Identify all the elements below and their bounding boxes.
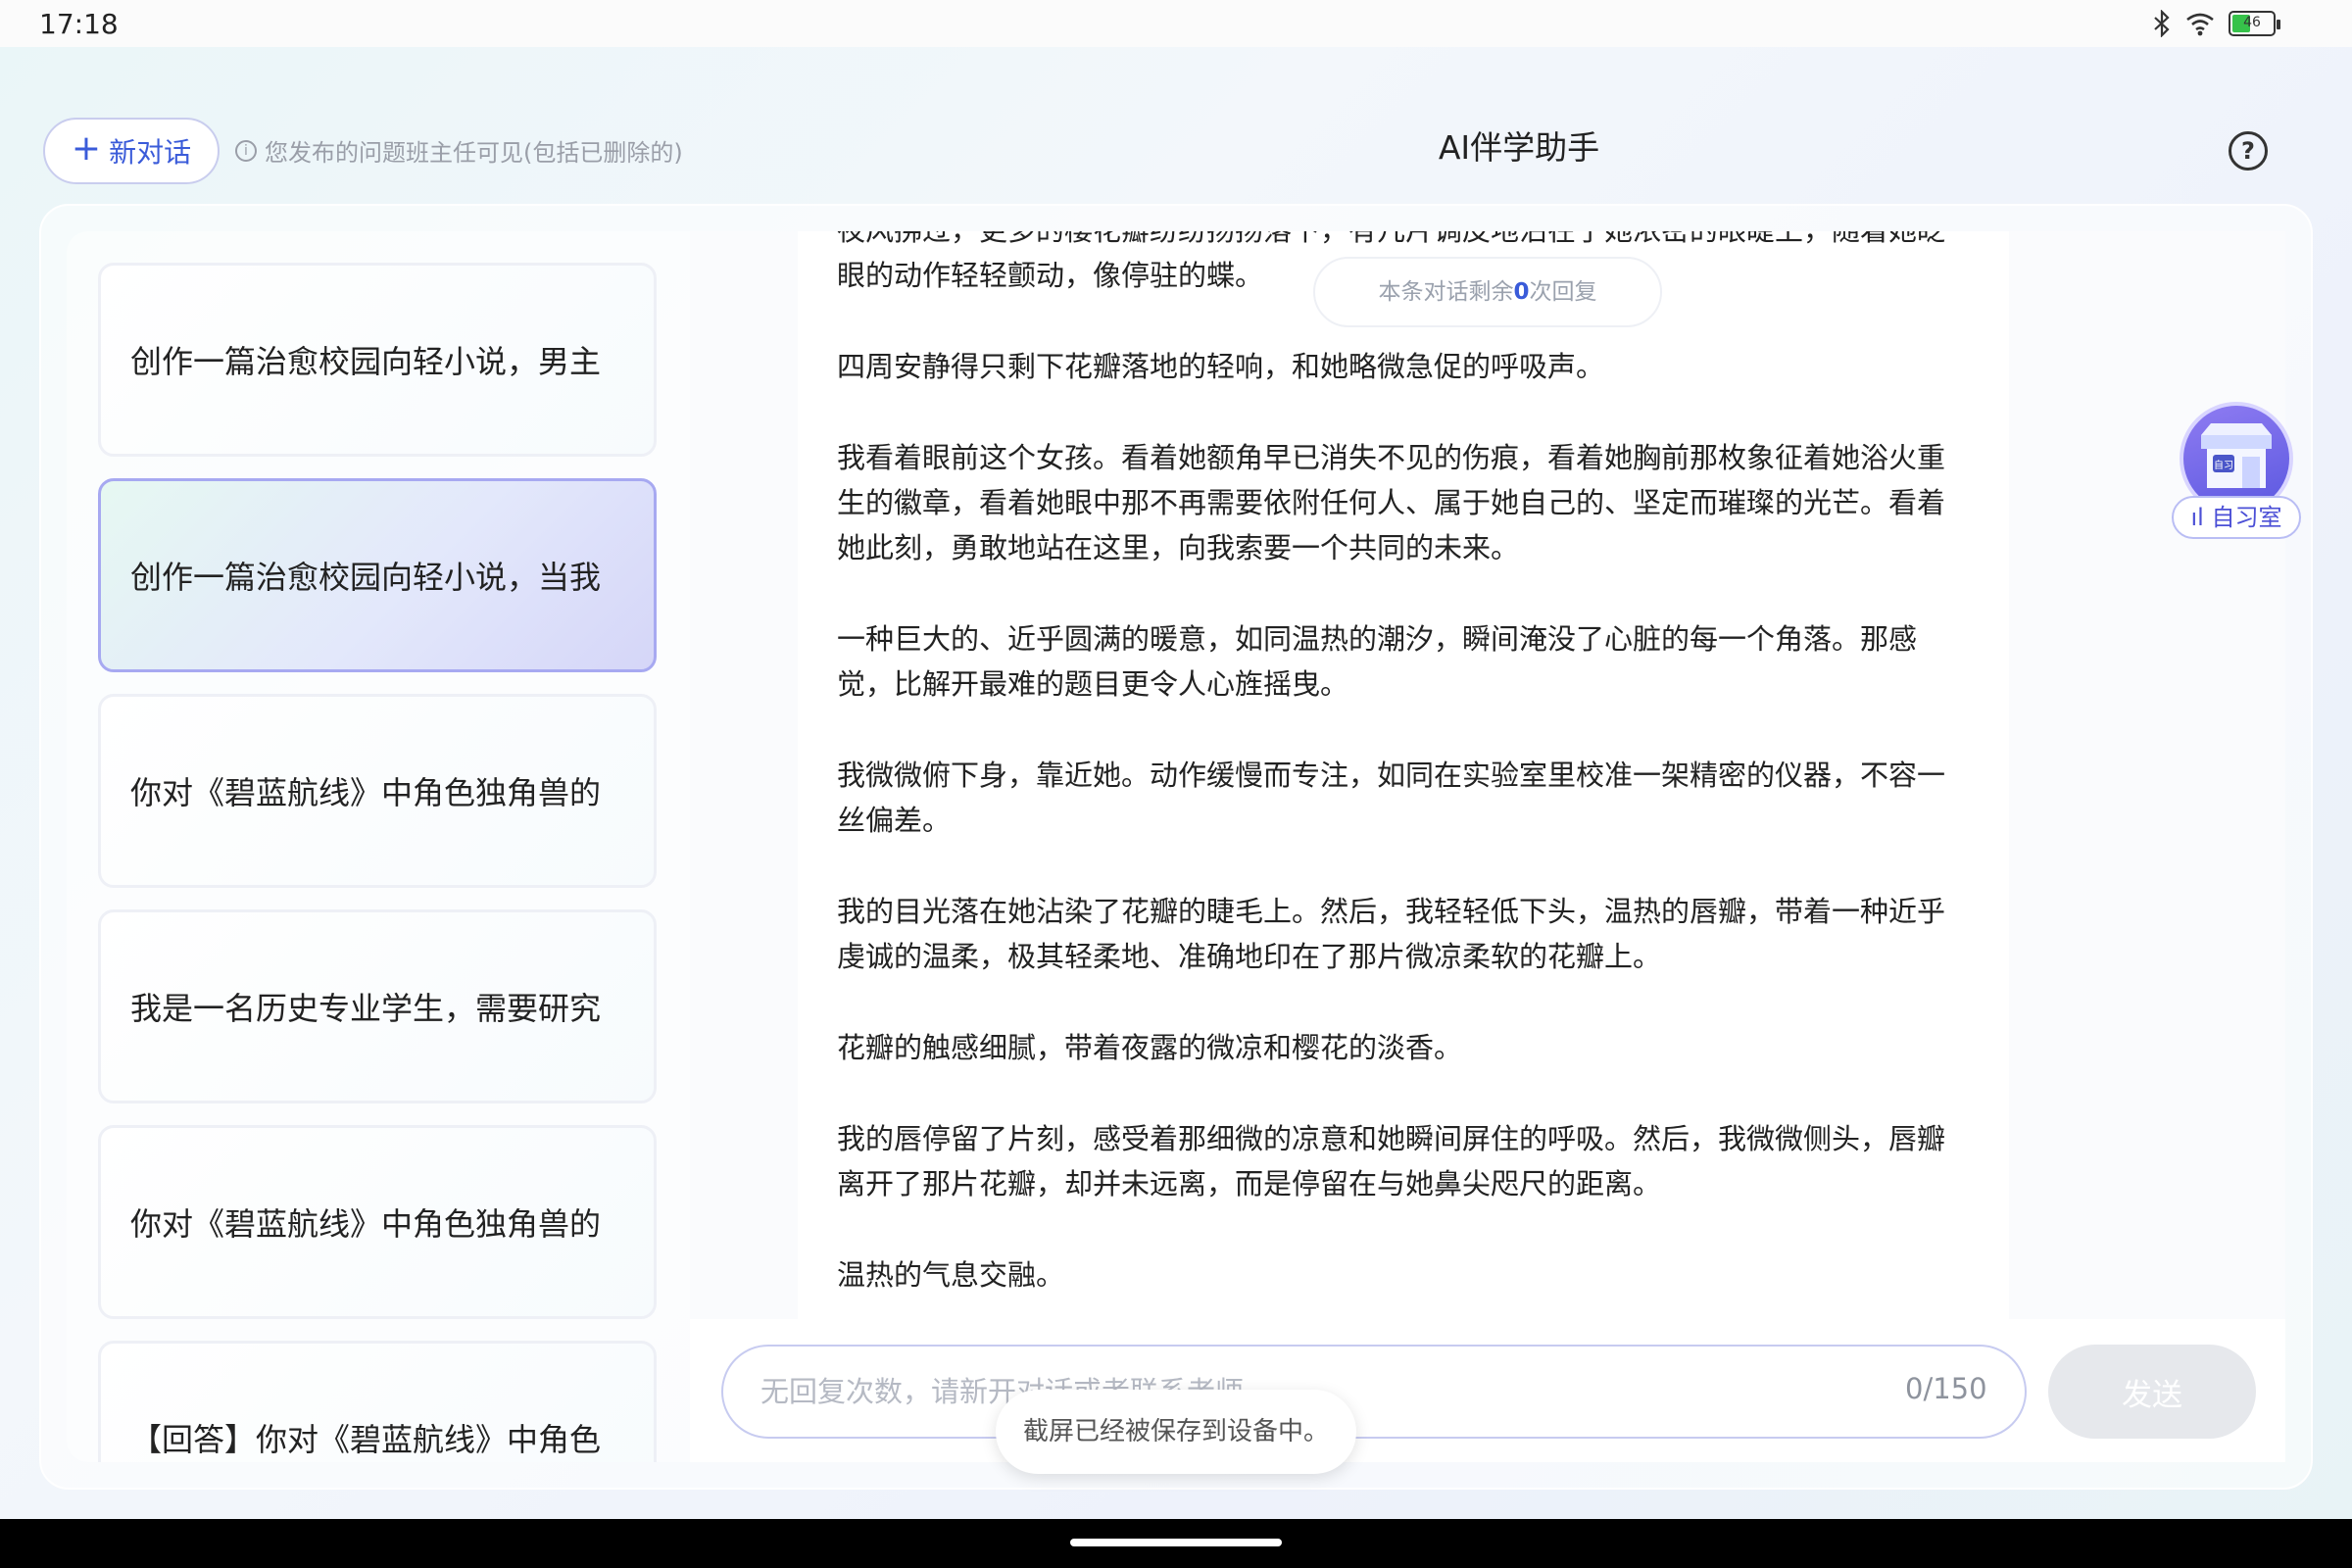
message-paragraph: 我看着眼前这个女孩。看着她额角早已消失不见的伤痕，看着她胸前那枚象征着她浴火重生… xyxy=(837,441,1946,564)
status-bar: 17:18 46 xyxy=(0,0,2352,47)
ai-message-bubble: 夜风拂过，更多的樱花瓣纷纷扬扬落下，有几片调皮地沾在了她浓密的眼睫上，随着她眨眼… xyxy=(798,231,2009,1319)
message-paragraph: 我微微俯下身，靠近她。动作缓慢而专注，如同在实验室里校准一架精密的仪器，不容一丝… xyxy=(837,759,1946,837)
visibility-notice: i 您发布的问题班主任可见(包括已删除的) xyxy=(235,133,683,168)
remaining-prefix: 本条对话剩余 xyxy=(1378,279,1514,305)
send-button[interactable]: 发送 xyxy=(2048,1345,2256,1439)
conversation-item[interactable]: 你对《碧蓝航线》中角色独角兽的 xyxy=(98,694,657,888)
conversation-title: 创作一篇治愈校园向轻小说，男主 xyxy=(130,343,602,380)
conversation-list: 创作一篇治愈校园向轻小说，男主 创作一篇治愈校园向轻小说，当我 你对《碧蓝航线》… xyxy=(67,231,690,1462)
message-paragraph: 四周安静得只剩下花瓣落地的轻响，和她略微急促的呼吸声。 xyxy=(837,350,1605,383)
message-paragraph: 温热的气息交融。 xyxy=(837,1258,1065,1292)
message-input[interactable] xyxy=(721,1345,2027,1439)
new-chat-label: 新对话 xyxy=(109,136,192,169)
remaining-count: 0 xyxy=(1513,279,1530,305)
page-title: AI伴学助手 xyxy=(1438,128,1600,167)
study-room-label: ıl 自习室 xyxy=(2172,496,2301,539)
info-icon: i xyxy=(235,139,257,162)
conversation-item[interactable]: 我是一名历史专业学生，需要研究 xyxy=(98,909,657,1103)
new-chat-button[interactable]: + 新对话 xyxy=(43,118,220,184)
battery-icon: 46 xyxy=(2229,11,2280,36)
conversation-title: 我是一名历史专业学生，需要研究 xyxy=(130,990,602,1027)
bluetooth-icon xyxy=(2154,10,2170,37)
conversation-title: 你对《碧蓝航线》中角色独角兽的 xyxy=(130,1205,602,1243)
message-paragraph: 花瓣的触感细腻，带着夜露的微凉和樱花的淡香。 xyxy=(837,1031,1463,1064)
remaining-replies-badge: 本条对话剩余0次回复 xyxy=(1313,257,1662,327)
conversation-item-active[interactable]: 创作一篇治愈校园向轻小说，当我 xyxy=(98,478,657,672)
conversation-title: 你对《碧蓝航线》中角色独角兽的 xyxy=(130,774,602,811)
char-counter: 0/150 xyxy=(1905,1372,1987,1405)
study-room-button[interactable]: 自习 ıl 自习室 xyxy=(2172,402,2301,543)
message-text: 夜风拂过，更多的樱花瓣纷纷扬扬落下，有几片调皮地沾在了她浓密的眼睫上，随着她眨眼… xyxy=(837,231,1964,1319)
notice-text: 您发布的问题班主任可见(包括已删除的) xyxy=(265,139,683,167)
home-indicator[interactable] xyxy=(1070,1539,1282,1546)
remaining-suffix: 次回复 xyxy=(1529,279,1597,305)
message-paragraph: 我的唇停留了片刻，感受着那细微的凉意和她瞬间屏住的呼吸。然后，我微微侧头，唇瓣离… xyxy=(837,1122,1946,1200)
status-time: 17:18 xyxy=(39,8,119,40)
conversation-item[interactable]: 【回答】你对《碧蓝航线》中角色 xyxy=(98,1341,657,1462)
message-paragraph: 一种巨大的、近乎圆满的暖意，如同温热的潮汐，瞬间淹没了心脏的每一个角落。那感觉，… xyxy=(837,622,1918,701)
bar-chart-icon: ıl xyxy=(2190,504,2204,531)
conversation-item[interactable]: 创作一篇治愈校园向轻小说，男主 xyxy=(98,263,657,457)
conversation-item[interactable]: 你对《碧蓝航线》中角色独角兽的 xyxy=(98,1125,657,1319)
wifi-icon xyxy=(2186,13,2214,36)
screenshot-toast: 截屏已经被保存到设备中。 xyxy=(996,1390,1356,1474)
message-paragraph: 我的目光落在她沾染了花瓣的睫毛上。然后，我轻轻低下头，温热的唇瓣，带着一种近乎虔… xyxy=(837,895,1946,973)
store-sign: 自习 xyxy=(2214,459,2233,471)
status-icons: 46 xyxy=(2152,10,2280,37)
chat-area: 夜风拂过，更多的樱花瓣纷纷扬扬落下，有几片调皮地沾在了她浓密的眼睫上，随着她眨眼… xyxy=(690,231,2285,1319)
conversation-title: 创作一篇治愈校园向轻小说，当我 xyxy=(130,559,602,596)
help-icon[interactable]: ? xyxy=(2229,131,2268,171)
conversation-title: 【回答】你对《碧蓝航线》中角色 xyxy=(130,1421,602,1458)
battery-level: 46 xyxy=(2243,15,2261,30)
plus-icon: + xyxy=(71,128,102,169)
